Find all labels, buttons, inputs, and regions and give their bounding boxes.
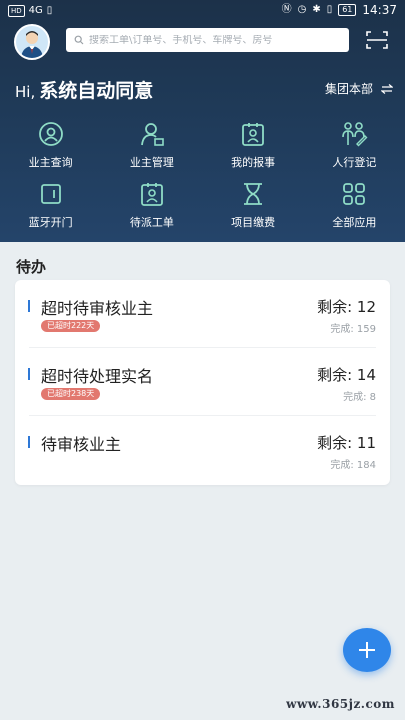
todo-item[interactable]: 超时待处理实名 已超时238天 剩余: 14 完成: 8: [15, 348, 390, 416]
search-icon: [74, 35, 84, 45]
plus-icon: [359, 642, 375, 658]
greeting-hi: Hi,: [15, 83, 36, 101]
menu-item-pedestrian-register[interactable]: 人行登记: [304, 120, 405, 180]
task-marker: [28, 300, 30, 312]
nfc-icon: Ⓝ: [281, 4, 292, 15]
pedestrian-register-icon: [342, 122, 368, 147]
bluetooth-icon: ✱: [312, 4, 321, 15]
menu-label: 业主管理: [129, 156, 174, 169]
quick-menu: 业主查询 业主管理 我的报事 人行登记 蓝牙开门 待派工单 项目缴费 全部应用: [0, 120, 405, 240]
owner-manage-icon: [140, 123, 164, 146]
greeting: Hi, 系统自动同意: [15, 76, 153, 103]
todo-section-title: 待办: [16, 258, 47, 276]
quick-menu-row-2: 蓝牙开门 待派工单 项目缴费 全部应用: [0, 180, 405, 240]
menu-item-owner-manage[interactable]: 业主管理: [101, 120, 202, 180]
overdue-badge: 已超时238天: [41, 388, 101, 400]
task-title: 待审核业主: [41, 435, 122, 454]
user-name: 系统自动同意: [39, 80, 154, 102]
header-panel: HD 4G ▯ Ⓝ ◷ ✱ ▯ 61 14:37 搜索工单\订单号、手机号、车牌…: [0, 0, 405, 242]
task-completed: 完成: 184: [330, 460, 376, 471]
status-bar: HD 4G ▯ Ⓝ ◷ ✱ ▯ 61 14:37: [0, 0, 405, 22]
avatar-icon: [21, 31, 43, 58]
menu-label: 蓝牙开门: [28, 216, 73, 229]
battery-indicator: 61: [338, 4, 357, 16]
pending-dispatch-icon: [140, 183, 163, 206]
search-input[interactable]: [89, 34, 344, 46]
menu-item-project-payment[interactable]: 项目缴费: [203, 180, 304, 240]
menu-item-owner-search[interactable]: 业主查询: [0, 120, 101, 180]
menu-item-bluetooth-door[interactable]: 蓝牙开门: [0, 180, 101, 240]
avatar[interactable]: [14, 24, 50, 60]
quick-menu-row-1: 业主查询 业主管理 我的报事 人行登记: [0, 120, 405, 180]
menu-item-pending-dispatch[interactable]: 待派工单: [101, 180, 202, 240]
task-marker: [28, 436, 30, 448]
menu-label: 全部应用: [332, 216, 377, 229]
menu-label: 项目缴费: [231, 216, 276, 229]
task-remaining: 剩余: 12: [317, 298, 376, 316]
search-bar[interactable]: [66, 28, 349, 52]
task-completed: 完成: 8: [343, 392, 376, 403]
menu-label: 我的报事: [231, 156, 276, 169]
network-label: 4G: [28, 5, 43, 16]
task-completed: 完成: 159: [330, 324, 376, 335]
alarm-icon: ◷: [297, 4, 307, 15]
owner-search-icon: [38, 122, 63, 146]
vibrate-icon: ▯: [326, 4, 333, 15]
menu-label: 业主查询: [28, 156, 73, 169]
clock-time: 14:37: [362, 3, 397, 17]
swap-icon: [381, 83, 393, 94]
bluetooth-door-icon: [40, 184, 61, 204]
todo-card: 超时待审核业主 已超时222天 剩余: 12 完成: 159 超时待处理实名 已…: [15, 280, 390, 485]
add-button[interactable]: [343, 628, 391, 672]
task-marker: [28, 368, 30, 380]
task-remaining: 剩余: 11: [317, 434, 376, 452]
watermark: www.365jz.com: [286, 697, 395, 711]
todo-item[interactable]: 待审核业主 剩余: 11 完成: 184: [15, 416, 390, 484]
project-payment-icon: [244, 183, 263, 205]
menu-item-all-apps[interactable]: 全部应用: [304, 180, 405, 240]
org-name: 集团本部: [324, 82, 373, 96]
org-switcher[interactable]: 集团本部: [325, 80, 393, 97]
menu-item-my-report[interactable]: 我的报事: [203, 120, 304, 180]
menu-label: 人行登记: [332, 156, 377, 169]
hd-indicator: HD: [8, 5, 25, 17]
task-remaining: 剩余: 14: [317, 366, 376, 384]
scan-icon[interactable]: [366, 30, 388, 50]
wifi-icon: ▯: [46, 5, 53, 16]
all-apps-icon: [343, 183, 366, 205]
my-report-icon: [242, 123, 265, 146]
task-title: 超时待处理实名: [41, 367, 154, 386]
todo-item[interactable]: 超时待审核业主 已超时222天 剩余: 12 完成: 159: [15, 280, 390, 348]
overdue-badge: 已超时222天: [41, 320, 101, 332]
task-title: 超时待审核业主: [41, 299, 154, 318]
menu-label: 待派工单: [129, 216, 174, 229]
